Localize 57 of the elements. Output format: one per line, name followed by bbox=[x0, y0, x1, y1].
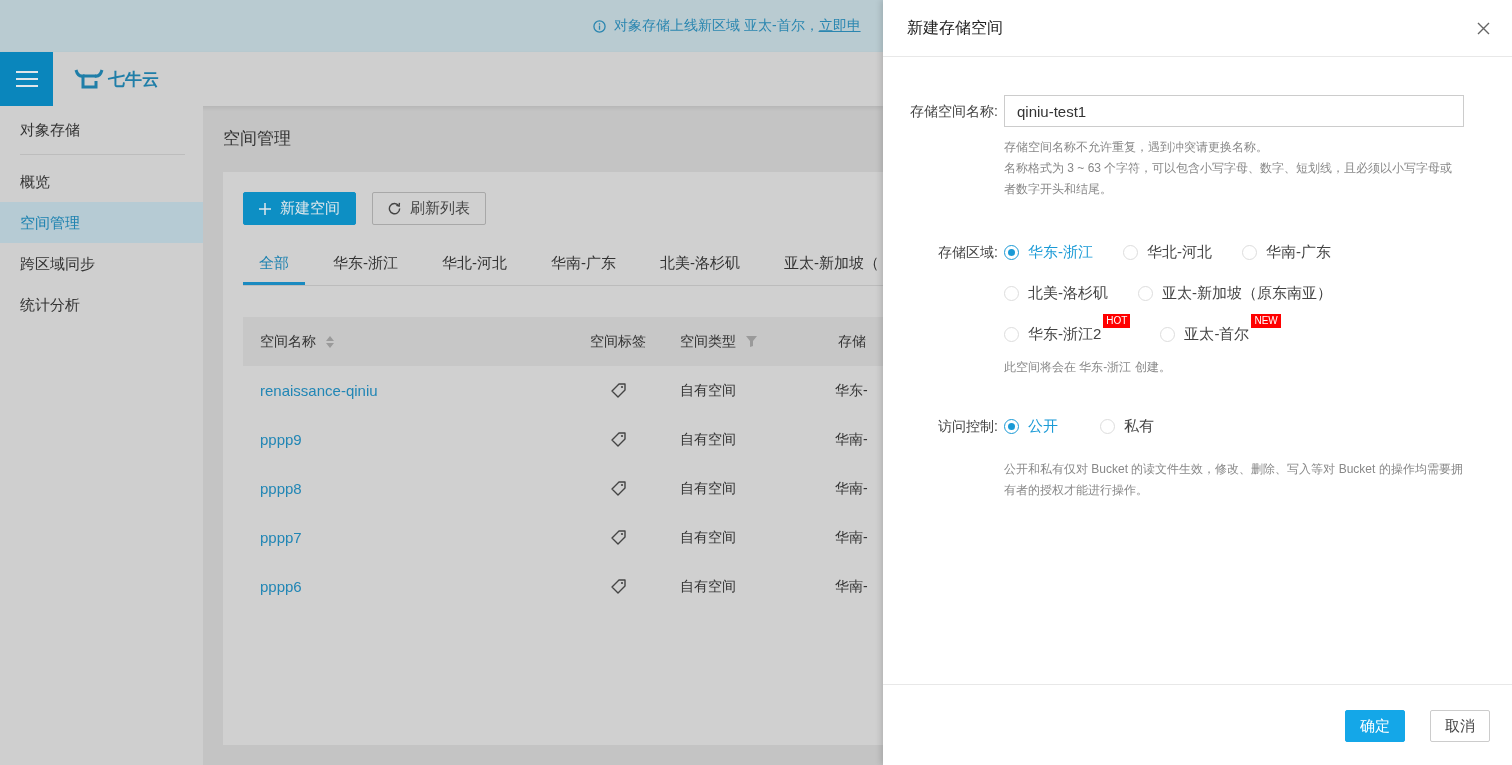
bull-logo-icon bbox=[74, 68, 104, 90]
tag-icon[interactable] bbox=[611, 481, 626, 496]
column-header: 空间类型 bbox=[680, 332, 736, 351]
help-text: 存储空间名称不允许重复，遇到冲突请更换名称。 名称格式为 3 ~ 63 个字符，可以包含小写字母、数字、短划线，且必须以小写字母或者数字开头和结尾。 bbox=[1004, 139, 1454, 198]
table-cell: 自有空间 bbox=[680, 381, 736, 398]
table-cell: 自有空间 bbox=[680, 528, 736, 545]
field-label: 访问控制: bbox=[937, 417, 999, 436]
region-radio[interactable]: 华北-河北 bbox=[1123, 240, 1212, 264]
column-header: 存储 bbox=[838, 332, 866, 351]
region-badge: NEW bbox=[1251, 314, 1281, 328]
sidebar-item[interactable]: 跨区域同步 bbox=[0, 243, 203, 284]
table-cell: 华南- bbox=[835, 528, 868, 545]
field-label: 存储空间名称: bbox=[909, 102, 999, 121]
table-cell: 华南- bbox=[835, 577, 868, 594]
region-tab[interactable]: 华南-广东 bbox=[535, 245, 632, 285]
region-radio[interactable]: 华南-广东 bbox=[1242, 240, 1331, 264]
cancel-button[interactable]: 取消 bbox=[1430, 710, 1490, 742]
table-cell: 华东- bbox=[835, 381, 868, 398]
tag-icon[interactable] bbox=[611, 432, 626, 447]
access-radio[interactable]: 私有 bbox=[1100, 414, 1154, 438]
region-radio[interactable]: 亚太-新加坡（原东南亚） bbox=[1138, 281, 1332, 305]
notice-text: 对象存储上线新区域 亚太-首尔， bbox=[614, 17, 819, 35]
refresh-button[interactable]: 刷新列表 bbox=[372, 192, 486, 225]
sidebar-item[interactable]: 概览 bbox=[0, 161, 203, 202]
info-icon bbox=[593, 19, 606, 33]
bucket-name-field[interactable]: qiniu-test1 bbox=[1004, 95, 1464, 127]
close-icon[interactable] bbox=[1477, 21, 1490, 35]
field-label: 存储区域: bbox=[937, 243, 999, 262]
region-tab[interactable]: 北美-洛杉矶 bbox=[644, 245, 756, 285]
table-cell: 华南- bbox=[835, 479, 868, 496]
table-cell: 自有空间 bbox=[680, 577, 736, 594]
region-tab[interactable]: 亚太-新加坡（ bbox=[768, 245, 883, 285]
table-cell: 华南- bbox=[835, 430, 868, 447]
menu-button[interactable] bbox=[0, 52, 53, 106]
region-radio[interactable]: 亚太-首尔 bbox=[1160, 322, 1250, 346]
table-cell: 自有空间 bbox=[680, 430, 736, 447]
help-text: 公开和私有仅对 Bucket 的读文件生效，修改、删除、写入等对 Bucket 的操作均需要拥有者的授权才能进行操作。 bbox=[1004, 461, 1464, 499]
menu-icon bbox=[15, 70, 38, 88]
column-header: 空间名称 bbox=[260, 332, 316, 351]
column-header: 空间标签 bbox=[590, 332, 646, 351]
refresh-icon bbox=[388, 202, 401, 215]
sidebar-item[interactable]: 统计分析 bbox=[0, 284, 203, 325]
logo-text: 七牛云 bbox=[108, 68, 159, 91]
region-badge: HOT bbox=[1103, 314, 1131, 328]
region-radio[interactable]: 华东-浙江2 bbox=[1004, 322, 1102, 346]
sidebar-title: 对象存储 bbox=[19, 120, 81, 140]
help-text: 此空间将会在 华东-浙江 创建。 bbox=[1004, 359, 1172, 376]
region-radio[interactable]: 北美-洛杉矶 bbox=[1004, 281, 1108, 305]
plus-icon bbox=[259, 202, 271, 215]
region-tab[interactable]: 华北-河北 bbox=[426, 245, 523, 285]
tag-icon[interactable] bbox=[611, 579, 626, 594]
page-title: 空间管理 bbox=[223, 128, 292, 150]
region-tab[interactable]: 华东-浙江 bbox=[317, 245, 414, 285]
tag-icon[interactable] bbox=[611, 383, 626, 398]
drawer-title: 新建存储空间 bbox=[907, 17, 1003, 38]
table-cell: 自有空间 bbox=[680, 479, 736, 496]
tag-icon[interactable] bbox=[611, 530, 626, 545]
